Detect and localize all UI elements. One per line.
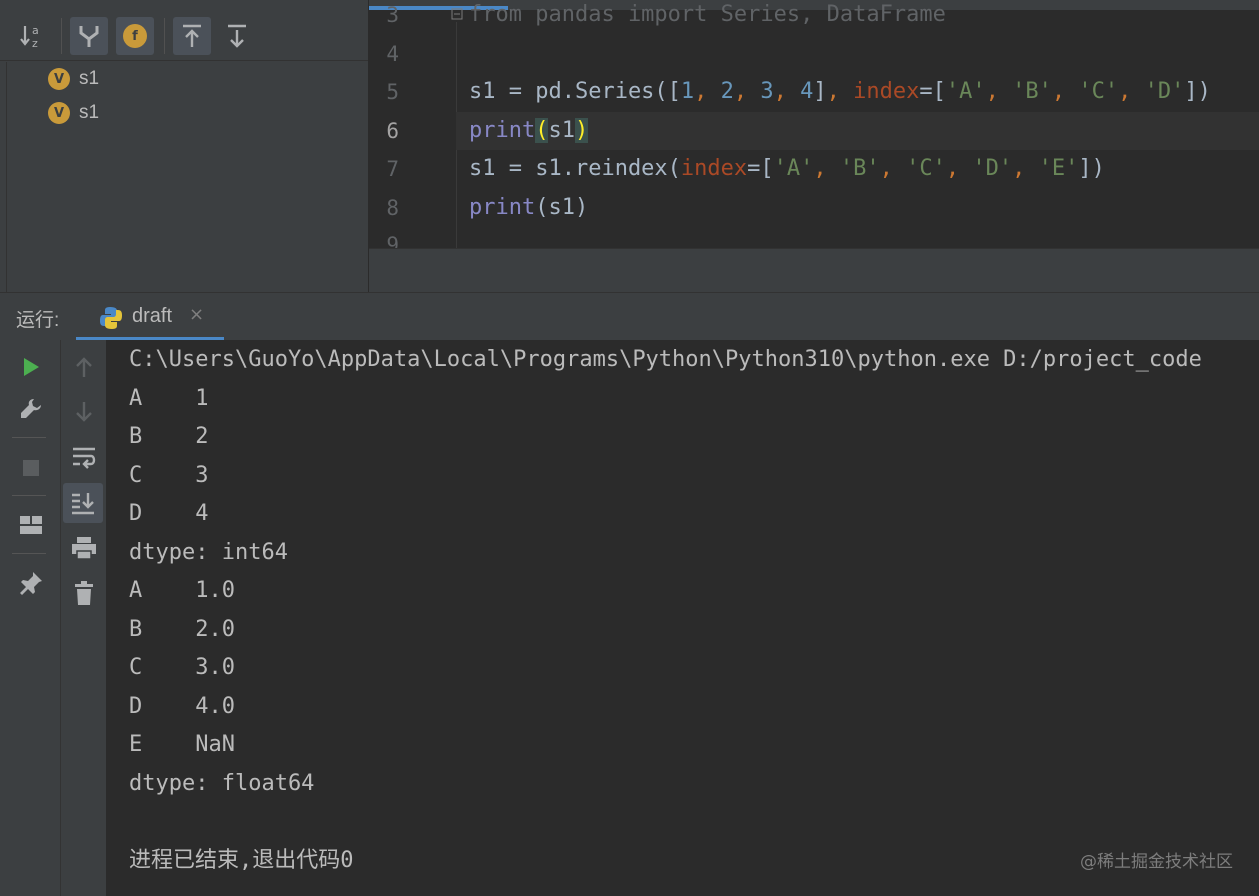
line-number: 3 — [386, 3, 399, 27]
expand-all-button[interactable] — [173, 17, 211, 55]
fold-marker-icon[interactable] — [451, 8, 463, 22]
next-occurrence-button[interactable] — [65, 395, 103, 429]
code-line[interactable]: s1 = pd.Series([1, 2, 3, 4], index=['A',… — [469, 73, 1211, 111]
console-line: D 4 — [129, 501, 209, 526]
show-inherited-icon — [79, 26, 99, 47]
console-line: A 1 — [129, 386, 209, 411]
clear-all-button[interactable] — [65, 576, 103, 610]
run-label: 运行: — [16, 310, 60, 331]
watermark: @稀土掘金技术社区 — [1080, 852, 1233, 872]
layout-icon — [20, 516, 42, 534]
print-icon — [72, 537, 96, 560]
collapse-all-icon — [228, 24, 246, 48]
stop-button[interactable] — [14, 451, 48, 485]
close-icon[interactable]: × — [189, 304, 204, 325]
variable-icon-letter: V — [53, 105, 65, 121]
show-fields-button[interactable]: f — [116, 17, 154, 55]
console-line: A 1.0 — [129, 578, 235, 603]
previous-occurrence-button[interactable] — [65, 350, 103, 384]
layout-button[interactable] — [14, 508, 48, 542]
console-line: C 3.0 — [129, 655, 235, 680]
tree-item-variable[interactable]: V s1 — [48, 65, 99, 93]
variable-icon: V — [48, 102, 70, 124]
line-number: 9 — [386, 233, 399, 249]
soft-wrap-button[interactable] — [65, 440, 103, 474]
scroll-to-end-icon — [72, 493, 94, 515]
structure-toolbar: a z f — [0, 0, 368, 61]
variable-icon-letter: V — [53, 71, 65, 87]
pin-tab-button[interactable] — [14, 566, 48, 600]
line-number: 7 — [386, 157, 399, 181]
code-line[interactable]: from pandas import Series, DataFrame — [469, 0, 946, 34]
console-line: E NaN — [129, 732, 235, 757]
expand-all-icon — [183, 24, 201, 47]
line-number: 5 — [386, 80, 399, 104]
sort-alpha-icon: a z — [20, 24, 39, 50]
sort-alpha-button[interactable]: a z — [14, 17, 52, 55]
tree-item-label: s1 — [79, 68, 100, 89]
soft-wrap-icon — [73, 447, 96, 469]
run-console[interactable]: C:\Users\GuoYo\AppData\Local\Programs\Py… — [106, 340, 1259, 896]
field-icon-letter: f — [132, 28, 138, 44]
print-button[interactable] — [65, 531, 103, 565]
play-icon — [24, 358, 39, 376]
svg-text:z: z — [32, 37, 38, 50]
wrench-icon — [21, 399, 41, 418]
tree-item-variable[interactable]: V s1 — [48, 99, 99, 127]
tree-item-label: s1 — [79, 102, 100, 123]
console-line: C 3 — [129, 463, 209, 488]
stop-icon — [23, 460, 39, 476]
run-tab-draft[interactable]: draft × — [76, 293, 224, 341]
run-tool-window-header: 运行: draft × — [0, 292, 1259, 341]
console-line: C:\Users\GuoYo\AppData\Local\Programs\Py… — [129, 347, 1202, 372]
python-icon — [100, 307, 122, 329]
code-line-current[interactable]: print(s1) — [456, 112, 1259, 150]
collapse-all-button[interactable] — [218, 17, 256, 55]
field-icon: f — [123, 24, 147, 48]
console-line-exit: 进程已结束,退出代码0 — [129, 848, 354, 873]
trash-icon — [75, 581, 93, 605]
code-line[interactable]: print(s1) — [469, 189, 588, 227]
arrow-up-icon — [76, 357, 92, 377]
line-number: 8 — [386, 196, 399, 220]
edit-configuration-button[interactable] — [14, 392, 48, 426]
console-line: dtype: float64 — [129, 771, 315, 796]
variable-icon: V — [48, 68, 70, 90]
console-line: D 4.0 — [129, 694, 235, 719]
console-line: B 2 — [129, 424, 209, 449]
code-line[interactable]: s1 = s1.reindex(index=['A', 'B', 'C', 'D… — [469, 150, 1105, 188]
arrow-down-icon — [76, 402, 92, 422]
structure-panel: a z f V s1 V s1 — [0, 0, 368, 292]
svg-text:a: a — [32, 24, 39, 37]
scroll-to-end-button[interactable] — [63, 483, 103, 523]
show-inherited-button[interactable] — [70, 17, 108, 55]
run-toolbar-secondary — [60, 340, 107, 896]
console-line: dtype: int64 — [129, 540, 288, 565]
code-editor[interactable]: 3 4 5 6 7 8 9 from pandas import Series,… — [369, 0, 1259, 249]
pin-icon — [20, 572, 42, 595]
run-tab-label: draft — [132, 305, 173, 327]
line-number: 6 — [386, 119, 399, 143]
console-line: B 2.0 — [129, 617, 235, 642]
rerun-button[interactable] — [14, 350, 48, 384]
editor-empty-area — [369, 249, 1259, 292]
line-number: 4 — [386, 42, 399, 66]
run-toolbar-primary — [0, 340, 60, 896]
